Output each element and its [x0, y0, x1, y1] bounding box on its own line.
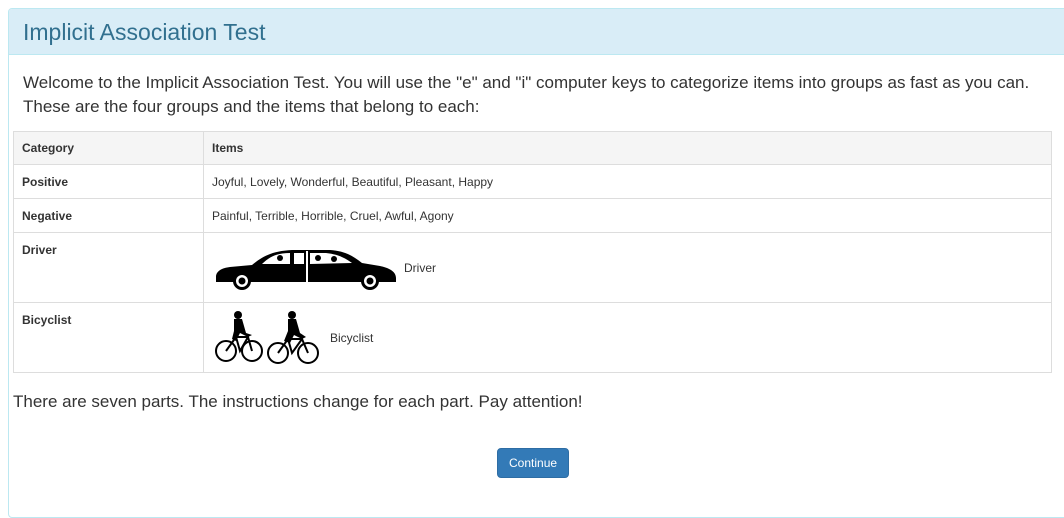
items-cell: Joyful, Lovely, Wonderful, Beautiful, Pl…: [203, 164, 1052, 199]
column-header-category: Category: [13, 131, 204, 165]
panel-heading: Implicit Association Test: [9, 9, 1064, 55]
items-cell: Driver: [203, 232, 1052, 303]
continue-button[interactable]: Continue: [497, 448, 570, 478]
outro-text: There are seven parts. The instructions …: [13, 392, 583, 411]
page-title: Implicit Association Test: [23, 19, 266, 45]
intro-text: Welcome to the Implicit Association Test…: [23, 73, 1030, 116]
category-cell: Negative: [13, 198, 204, 233]
car-icon: [212, 241, 398, 294]
table-row: Bicyclist Bicyclist: [13, 302, 1052, 373]
column-header-items: Items: [203, 131, 1052, 165]
bicyclist-icon: [212, 307, 324, 368]
table-row: Positive Joyful, Lovely, Wonderful, Beau…: [13, 164, 1052, 199]
car-label: Driver: [404, 260, 436, 275]
items-cell: Bicyclist: [203, 302, 1052, 373]
panel-body: Welcome to the Implicit Association Test…: [9, 71, 1064, 119]
category-cell: Bicyclist: [13, 302, 204, 373]
category-table: Category Items Positive Joyful, Lovely, …: [13, 131, 1052, 373]
table-header-row: Category Items: [13, 131, 1052, 165]
table-row: Driver Driver: [13, 232, 1052, 303]
category-cell: Driver: [13, 232, 204, 303]
category-cell: Positive: [13, 164, 204, 199]
bicyclist-label: Bicyclist: [330, 330, 374, 345]
items-cell: Painful, Terrible, Horrible, Cruel, Awfu…: [203, 198, 1052, 233]
table-row: Negative Painful, Terrible, Horrible, Cr…: [13, 198, 1052, 233]
